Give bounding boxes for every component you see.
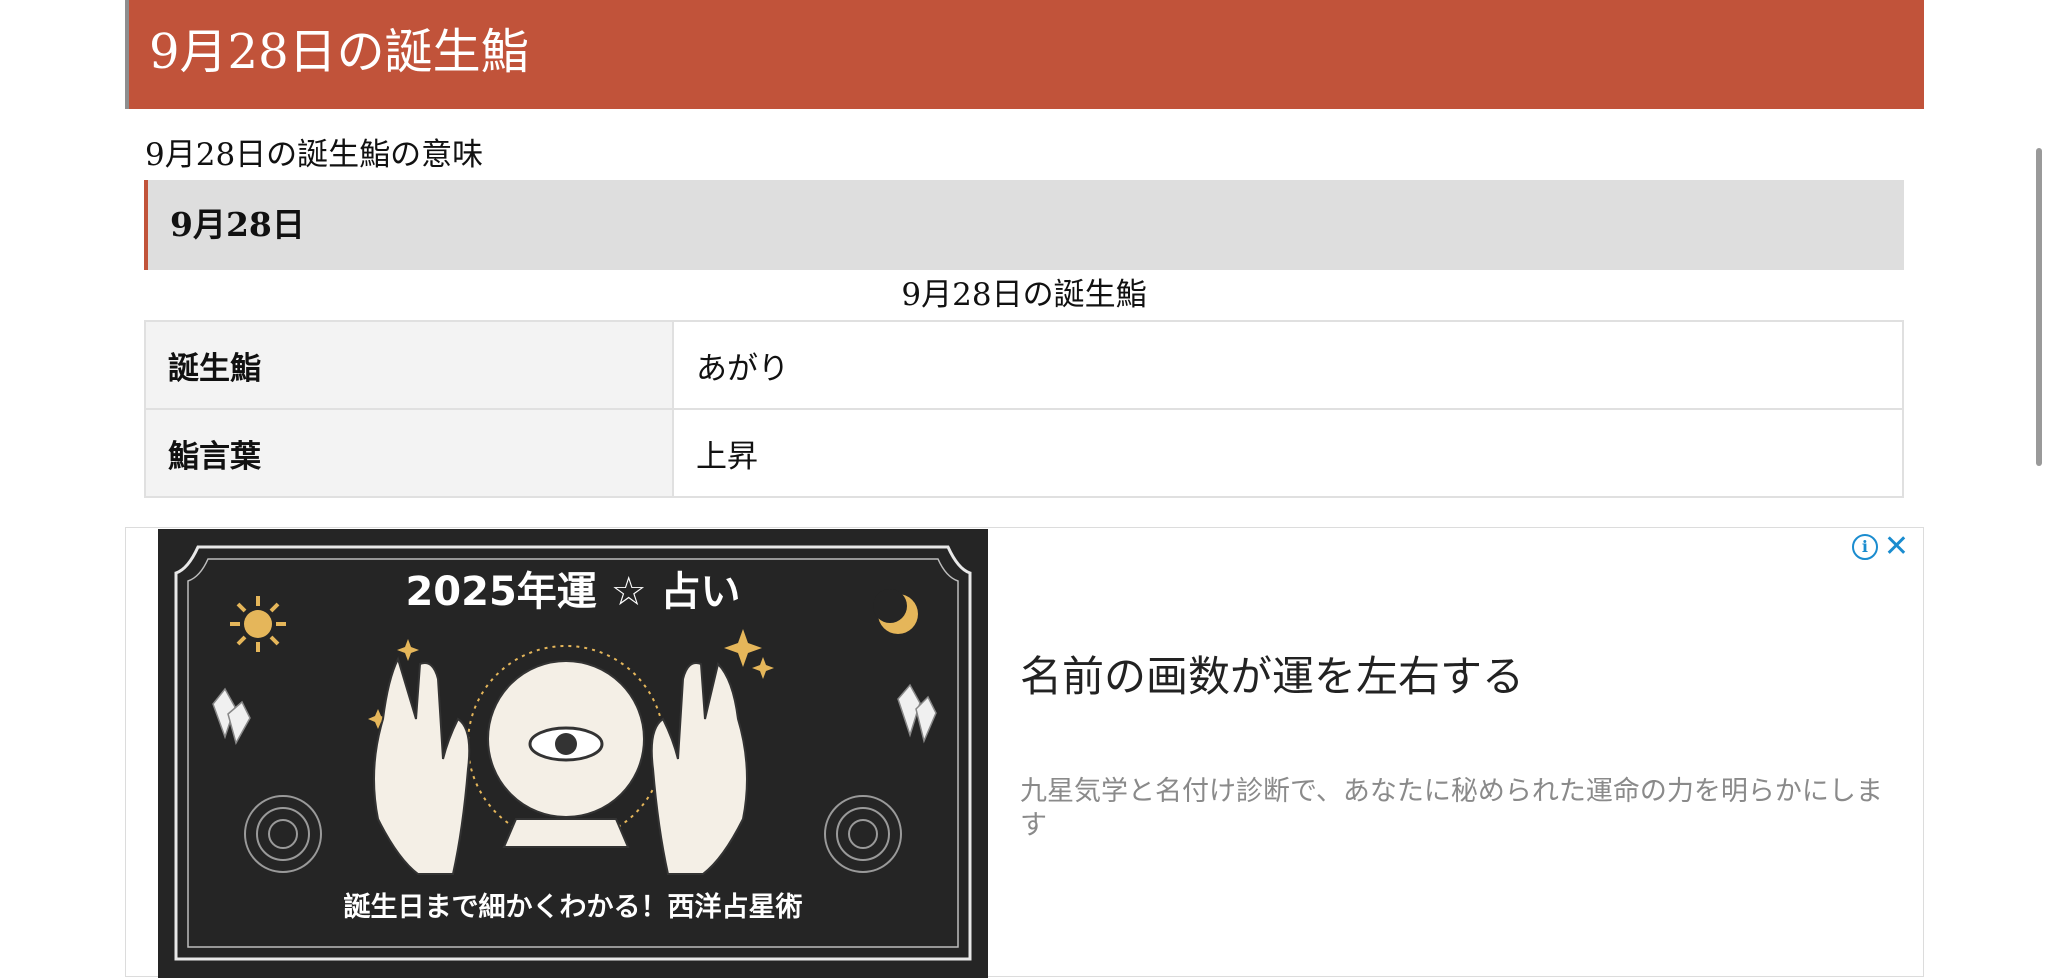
date-heading-label: 9月28日 <box>170 205 305 244</box>
ad-description[interactable]: 九星気学と名付け診断で、あなたに秘められた運命の力を明らかにします <box>1020 775 1900 843</box>
table-caption: 9月28日の誕生鮨 <box>901 277 1147 313</box>
ad-controls: i ✕ <box>1851 532 1909 562</box>
table-key-cell: 鮨言葉 <box>144 408 674 498</box>
page-title: 9月28日の誕生鮨 <box>149 24 529 80</box>
section-subtitle: 9月28日の誕生鮨の意味 <box>145 137 484 173</box>
table-row: 鮨言葉 上昇 <box>144 408 1904 498</box>
ad-banner-title: 2025年運 ☆ 占い <box>405 569 741 615</box>
table-row: 誕生鮨 あがり <box>144 320 1904 410</box>
table-value-cell: 上昇 <box>672 408 1904 498</box>
page-header: 9月28日の誕生鮨 <box>125 0 1924 109</box>
ad-banner-subtitle: 誕生日まで細かくわかる！西洋占星術 <box>343 892 803 923</box>
table-key-cell: 誕生鮨 <box>144 320 674 410</box>
crystal-ball-icon <box>467 645 665 848</box>
scrollbar-thumb[interactable] <box>2036 148 2042 466</box>
sushi-info-table: 誕生鮨 あがり 鮨言葉 上昇 <box>144 320 1904 498</box>
ad-banner-image[interactable]: 2025年運 ☆ 占い 誕生日まで細かくわかる！西洋占星術 <box>158 529 988 978</box>
ad-close-icon[interactable]: ✕ <box>1884 532 1909 562</box>
ad-headline[interactable]: 名前の画数が運を左右する <box>1020 650 1524 704</box>
ad-info-icon[interactable]: i <box>1851 534 1878 560</box>
advertisement[interactable]: i ✕ 2025年運 ☆ 占い 誕生日まで細かくわかる！西洋占星術 名前の画数が… <box>125 527 1924 978</box>
table-value-cell: あがり <box>672 320 1904 410</box>
date-heading: 9月28日 <box>144 180 1904 270</box>
